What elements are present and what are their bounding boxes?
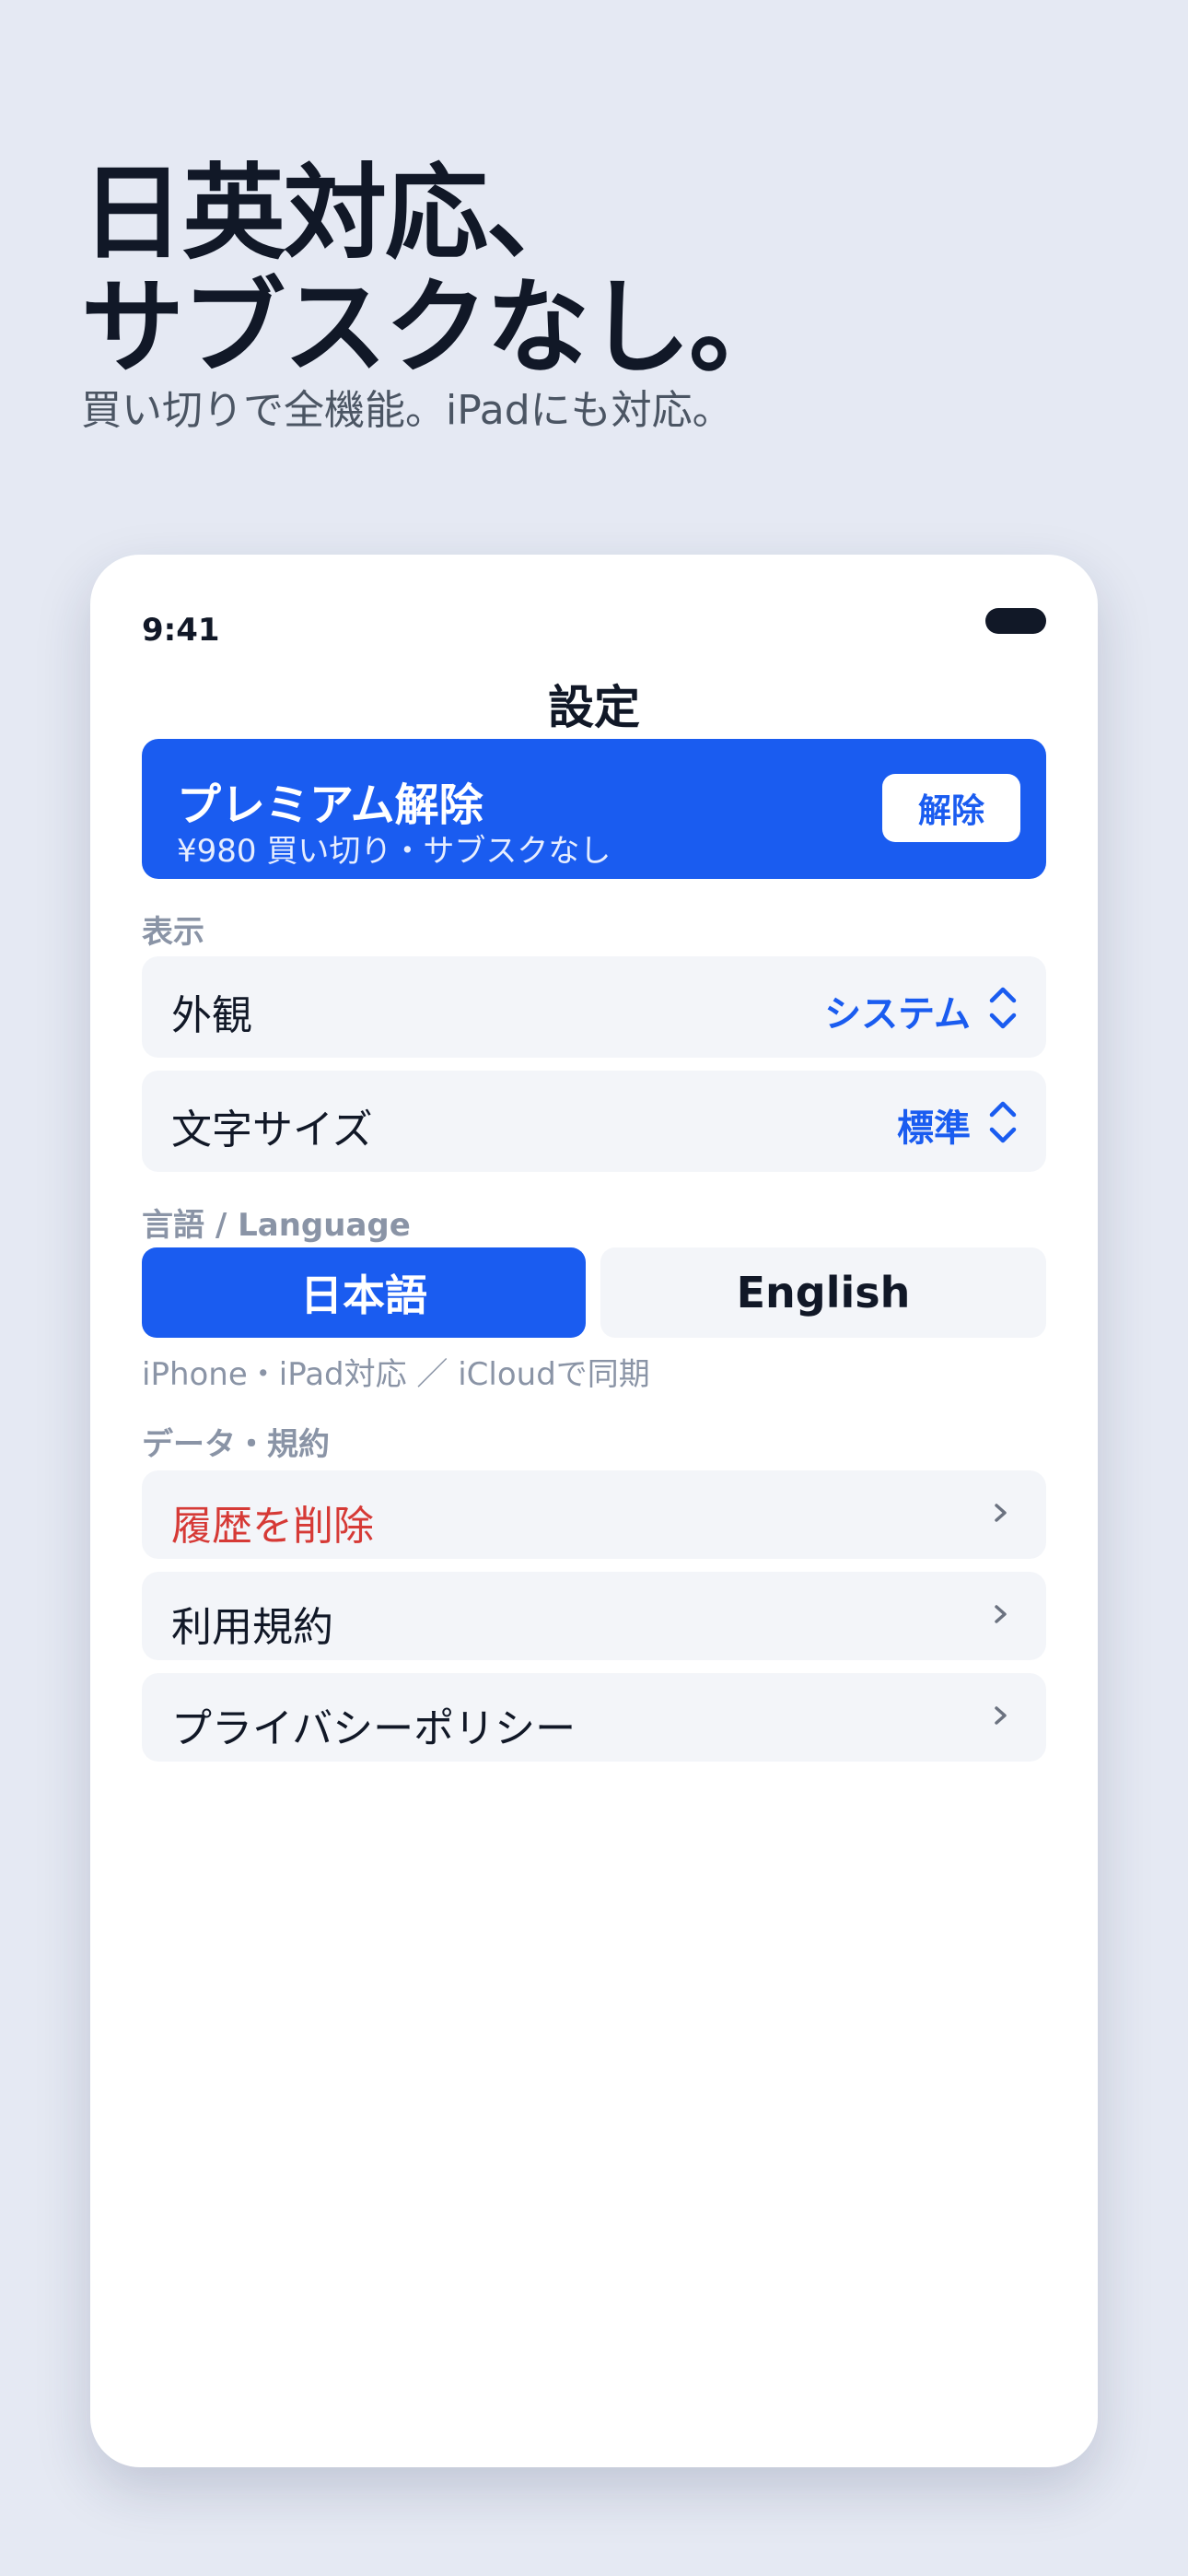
section-label-display: 表示 (142, 914, 204, 951)
terms-row[interactable]: 利用規約 (142, 1572, 1046, 1660)
text-size-row[interactable]: 文字サイズ 標準 (142, 1071, 1046, 1172)
language-option-english[interactable]: English (600, 1247, 1046, 1338)
text-size-value[interactable]: 標準 (897, 1098, 971, 1152)
page-title: 設定 (548, 681, 640, 734)
terms-label: 利用規約 (171, 1604, 333, 1651)
text-size-label: 文字サイズ (171, 1107, 373, 1153)
sync-note: iPhone・iPad対応 ／ iCloudで同期 (142, 1356, 650, 1393)
appearance-label: 外観 (171, 992, 252, 1039)
up-down-chevron-icon (989, 987, 1017, 1029)
premium-title: プレミアム解除 (177, 779, 483, 831)
premium-banner: プレミアム解除 ¥980 買い切り・サブスクなし 解除 (142, 739, 1046, 879)
premium-subtitle: ¥980 買い切り・サブスクなし (177, 833, 611, 870)
appearance-row[interactable]: 外観 システム (142, 956, 1046, 1058)
section-label-language: 言語 / Language (142, 1207, 411, 1244)
hero-headline-line2: サブスクなし。 (81, 268, 792, 388)
appearance-value[interactable]: システム (824, 984, 971, 1037)
delete-history-label: 履歴を削除 (171, 1503, 374, 1550)
battery-icon (985, 608, 1046, 634)
section-label-data: データ・規約 (142, 1426, 330, 1463)
status-time: 9:41 (142, 612, 220, 649)
chevron-right-icon (995, 1504, 1007, 1522)
language-option-japanese[interactable]: 日本語 (142, 1247, 586, 1338)
up-down-chevron-icon (989, 1101, 1017, 1143)
hero-subline: 買い切りで全機能。iPadにも対応。 (81, 387, 733, 434)
delete-history-row[interactable]: 履歴を削除 (142, 1470, 1046, 1559)
chevron-right-icon (995, 1706, 1007, 1725)
phone-frame: 9:41 設定 プレミアム解除 ¥980 買い切り・サブスクなし 解除 表示 外… (90, 555, 1098, 2467)
hero-headline-line1: 日英対応、 (81, 154, 589, 274)
privacy-policy-row[interactable]: プライバシーポリシー (142, 1673, 1046, 1762)
hero-headline: 日英対応、 サブスクなし。 (81, 154, 792, 388)
chevron-right-icon (995, 1605, 1007, 1623)
unlock-button[interactable]: 解除 (882, 774, 1020, 842)
privacy-policy-label: プライバシーポリシー (171, 1705, 577, 1752)
